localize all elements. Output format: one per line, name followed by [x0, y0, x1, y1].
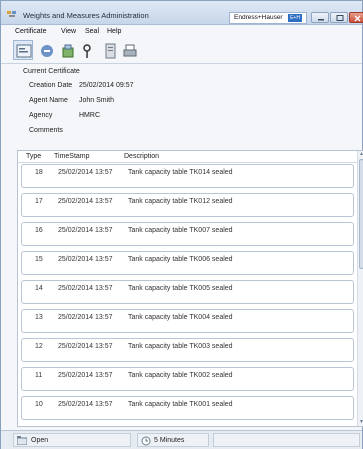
brand-logo: E+H	[288, 14, 302, 22]
key-button[interactable]	[76, 40, 96, 60]
table-row[interactable]: 15 25/02/2014 13:57 Tank capacity table …	[21, 251, 354, 275]
cell-type: 18	[35, 169, 43, 176]
cell-timestamp: 25/02/2014 13:57	[58, 256, 113, 263]
close-icon	[354, 15, 361, 22]
certificate-icon	[16, 44, 32, 58]
certificate-button[interactable]	[13, 40, 33, 60]
table-row[interactable]: 18 25/02/2014 13:57 Tank capacity table …	[21, 164, 354, 188]
minimize-button[interactable]	[311, 12, 329, 23]
maximize-button[interactable]	[330, 12, 348, 23]
cell-description: Tank capacity table TK012 sealed	[128, 198, 233, 205]
column-header-type[interactable]: Type	[26, 153, 41, 160]
cell-description: Tank capacity table TK004 sealed	[128, 314, 233, 321]
cell-description: Tank capacity table TK001 sealed	[128, 401, 233, 408]
table-row[interactable]: 12 25/02/2014 13:57 Tank capacity table …	[21, 338, 354, 362]
scroll-down-icon[interactable]: ▼	[358, 419, 363, 426]
status-interval: 5 Minutes	[154, 437, 185, 444]
current-certificate-title: Current Certificate	[23, 68, 80, 75]
cell-type: 15	[35, 256, 43, 263]
cell-type: 16	[35, 227, 43, 234]
minimize-icon	[318, 19, 324, 21]
cell-description: Tank capacity table TK005 sealed	[128, 285, 233, 292]
menu-bar: Certificate View Seal Help	[1, 26, 362, 38]
app-icon	[7, 10, 17, 18]
tank-seal-icon	[62, 44, 74, 58]
cell-type: 13	[35, 314, 43, 321]
maximize-icon	[336, 15, 344, 21]
table-row[interactable]: 10 25/02/2014 13:57 Tank capacity table …	[21, 396, 354, 420]
edit-icon	[41, 45, 53, 57]
window-title: Weights and Measures Administration	[23, 11, 149, 20]
creation-date-label: Creation Date	[29, 82, 73, 89]
menu-help[interactable]: Help	[107, 28, 121, 35]
brand-label: Endress+Hauser E+H	[229, 12, 307, 24]
table-header: Type TimeStamp Description	[18, 151, 363, 163]
printer-icon	[123, 44, 137, 57]
toolbar-divider	[1, 63, 362, 64]
scroll-up-icon[interactable]: ▲	[358, 151, 363, 158]
close-button[interactable]	[349, 12, 363, 23]
cell-timestamp: 25/02/2014 13:57	[58, 314, 113, 321]
cell-timestamp: 25/02/2014 13:57	[58, 227, 113, 234]
table-scrollbar[interactable]: ▲ ▼	[357, 151, 363, 426]
cell-timestamp: 25/02/2014 13:57	[58, 343, 113, 350]
menu-view[interactable]: View	[61, 28, 76, 35]
seal-button[interactable]	[57, 40, 77, 60]
app-window: Weights and Measures Administration Endr…	[0, 0, 363, 449]
creation-date-value: 25/02/2014 09:57	[79, 82, 134, 89]
document-icon	[105, 43, 116, 59]
print-button[interactable]	[119, 40, 139, 60]
table-row[interactable]: 16 25/02/2014 13:57 Tank capacity table …	[21, 222, 354, 246]
table-row[interactable]: 13 25/02/2014 13:57 Tank capacity table …	[21, 309, 354, 333]
menu-seal[interactable]: Seal	[85, 28, 99, 35]
cell-type: 10	[35, 401, 43, 408]
folder-icon	[17, 436, 27, 445]
toolbar	[9, 38, 359, 62]
cell-description: Tank capacity table TK002 sealed	[128, 372, 233, 379]
scroll-thumb[interactable]	[359, 159, 363, 269]
agent-name-value: John Smith	[79, 97, 115, 104]
table-row[interactable]: 14 25/02/2014 13:57 Tank capacity table …	[21, 280, 354, 304]
column-header-description[interactable]: Description	[124, 153, 159, 160]
cell-timestamp: 25/02/2014 13:57	[58, 372, 113, 379]
table-row[interactable]: 17 25/02/2014 13:57 Tank capacity table …	[21, 193, 354, 217]
seal-events-table: Type TimeStamp Description 18 25/02/2014…	[17, 150, 363, 427]
cell-description: Tank capacity table TK003 sealed	[128, 343, 233, 350]
agent-name-label: Agent Name	[29, 97, 68, 104]
agency-label: Agency	[29, 112, 53, 119]
clock-icon	[141, 436, 151, 446]
comments-label: Comments	[29, 127, 63, 134]
cell-timestamp: 25/02/2014 13:57	[58, 285, 113, 292]
table-body: 18 25/02/2014 13:57 Tank capacity table …	[18, 163, 356, 426]
menu-certificate[interactable]: Certificate	[15, 28, 47, 35]
cell-timestamp: 25/02/2014 13:57	[58, 169, 113, 176]
status-panel-empty	[213, 433, 360, 447]
status-panel-interval: 5 Minutes	[137, 433, 209, 447]
table-row[interactable]: 11 25/02/2014 13:57 Tank capacity table …	[21, 367, 354, 391]
key-icon	[83, 44, 91, 58]
cell-description: Tank capacity table TK007 sealed	[128, 227, 233, 234]
status-state: Open	[31, 437, 49, 444]
cell-timestamp: 25/02/2014 13:57	[58, 198, 113, 205]
cell-description: Tank capacity table TK006 sealed	[128, 256, 233, 263]
title-bar: Weights and Measures Administration Endr…	[1, 1, 363, 25]
cell-type: 17	[35, 198, 43, 205]
edit-button[interactable]	[36, 40, 56, 60]
status-panel-state: Open	[13, 433, 131, 447]
document-button[interactable]	[99, 40, 119, 60]
cell-timestamp: 25/02/2014 13:57	[58, 401, 113, 408]
column-header-timestamp[interactable]: TimeStamp	[54, 153, 90, 160]
cell-type: 11	[35, 372, 43, 379]
cell-type: 14	[35, 285, 43, 292]
cell-type: 12	[35, 343, 43, 350]
brand-name: Endress+Hauser	[234, 14, 283, 21]
cell-description: Tank capacity table TK014 sealed	[128, 169, 233, 176]
agency-value: HMRC	[79, 112, 100, 119]
status-bar: Open 5 Minutes	[1, 430, 362, 449]
